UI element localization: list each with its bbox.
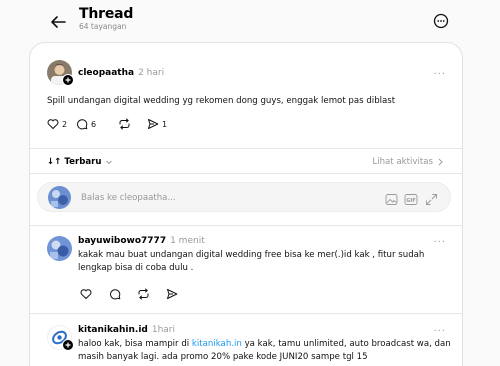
- view-count: 64 tayangan: [79, 22, 127, 31]
- divider: [30, 225, 462, 226]
- follow-plus-icon[interactable]: [62, 74, 74, 86]
- reply-username[interactable]: bayuwibowo7777 1 menit: [78, 235, 205, 247]
- comment-button[interactable]: [109, 288, 121, 300]
- avatar: [48, 186, 71, 209]
- send-icon: [148, 119, 159, 129]
- activity-label: Lihat aktivitas: [372, 157, 433, 167]
- share-button[interactable]: 1: [147, 118, 167, 130]
- heart-icon: [80, 289, 92, 300]
- reply-input[interactable]: Balas ke cleopaatha...: [81, 192, 176, 204]
- reply-username-label[interactable]: kitanikahin.id: [78, 325, 148, 335]
- reply-text: kakak mau buat undangan digital wedding …: [78, 250, 425, 273]
- post-username[interactable]: cleopaatha 2 hari: [78, 67, 164, 79]
- post-more-icon[interactable]: ···: [433, 70, 446, 80]
- like-button[interactable]: [80, 288, 92, 300]
- post-text: Spill undangan digital wedding yg rekome…: [47, 96, 396, 106]
- reply-text-start: haloo kak, bisa mampir di: [78, 339, 192, 349]
- repost-button[interactable]: [118, 118, 131, 130]
- reply-text: haloo kak, bisa mampir di kitanikah.in y…: [78, 338, 453, 364]
- chevron-down-icon: [105, 160, 112, 165]
- repost-icon: [138, 288, 149, 300]
- sort-arrows-icon: ↓↑: [47, 157, 62, 167]
- comment-count: 6: [91, 119, 97, 129]
- like-button[interactable]: 2: [47, 118, 67, 130]
- view-activity-link[interactable]: Lihat aktivitas: [372, 156, 444, 168]
- divider: [30, 148, 462, 149]
- thread-card: cleopaatha 2 hari ··· Spill undangan digi…: [29, 42, 463, 366]
- divider: [30, 313, 462, 314]
- reply-more-icon[interactable]: ···: [433, 238, 446, 248]
- like-count: 2: [62, 119, 68, 129]
- heart-icon: [47, 119, 59, 130]
- top-bar: Thread 64 tayangan: [0, 0, 500, 42]
- reply-box[interactable]: Balas ke cleopaatha... GIF: [37, 182, 451, 212]
- repost-icon: [119, 118, 130, 130]
- page-title: Thread: [79, 6, 134, 22]
- repost-button[interactable]: [137, 288, 150, 300]
- share-button[interactable]: [166, 288, 178, 300]
- sort-label: Terbaru: [64, 157, 102, 167]
- reply-time: 1hari: [151, 325, 175, 335]
- share-count: 1: [162, 119, 168, 129]
- svg-text:GIF: GIF: [406, 198, 415, 204]
- follow-plus-icon[interactable]: [62, 339, 74, 351]
- back-arrow-icon[interactable]: [46, 10, 70, 34]
- more-options-icon[interactable]: [431, 11, 451, 31]
- post-time: 2 hari: [138, 68, 165, 78]
- comment-icon: [110, 289, 121, 300]
- reply-more-icon[interactable]: ···: [433, 327, 446, 337]
- expand-icon[interactable]: [425, 191, 438, 210]
- gif-icon[interactable]: GIF: [404, 191, 418, 210]
- comment-button[interactable]: 6: [76, 118, 96, 130]
- comment-icon: [77, 119, 88, 130]
- reply-time: 1 menit: [170, 236, 205, 246]
- reply-username[interactable]: kitanikahin.id 1hari: [78, 324, 175, 336]
- reply-link[interactable]: kitanikah.in: [192, 339, 242, 349]
- sort-dropdown[interactable]: ↓↑ Terbaru: [47, 156, 113, 168]
- reply-username-label[interactable]: bayuwibowo7777: [78, 236, 166, 246]
- divider: [30, 173, 462, 174]
- post-username-label[interactable]: cleopaatha: [78, 68, 134, 78]
- avatar[interactable]: [47, 236, 72, 261]
- chevron-right-icon: [438, 158, 443, 166]
- image-icon[interactable]: [385, 191, 398, 210]
- title-block: Thread 64 tayangan: [79, 6, 133, 32]
- send-icon: [167, 289, 178, 299]
